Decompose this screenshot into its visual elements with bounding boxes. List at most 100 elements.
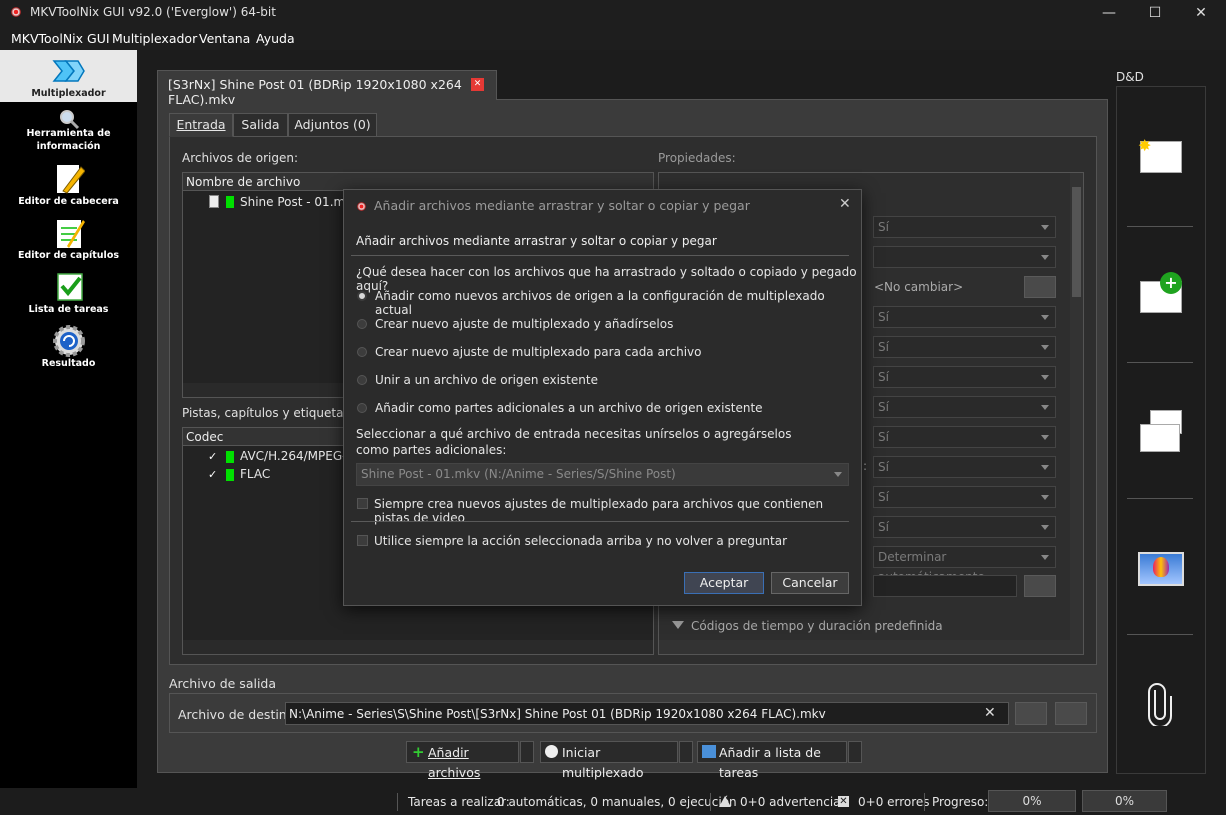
option-label[interactable]: Crear nuevo ajuste de multiplexado y aña… (375, 317, 673, 331)
sparkle-icon: ✸ (1138, 136, 1152, 155)
tab-input[interactable]: Entrada (169, 113, 233, 137)
close-tab-icon[interactable]: ✕ (471, 78, 484, 91)
maximize-button[interactable]: ☐ (1132, 0, 1178, 26)
radio-new-per-file[interactable] (357, 347, 367, 357)
sidebar-item-result[interactable]: Resultado (0, 322, 137, 374)
append-document-icon (1140, 424, 1180, 452)
source-file-item[interactable]: Shine Post - 01.mkv (240, 195, 359, 209)
horizontal-scrollbar[interactable] (183, 640, 653, 654)
window-title: MKVToolNix GUI v92.0 ('Everglow') 64-bit (30, 5, 276, 19)
property-combo[interactable]: Sí (873, 306, 1056, 328)
track-item[interactable]: FLAC (240, 467, 270, 481)
checkbox-always-use[interactable] (357, 535, 368, 546)
menu-mkvtoolnix[interactable]: MKVToolNix GUI (11, 31, 110, 46)
picture-icon[interactable] (1138, 552, 1184, 586)
source-file-combo[interactable]: Shine Post - 01.mkv (N:/Anime - Series/S… (356, 463, 849, 486)
property-combo[interactable]: Sí (873, 336, 1056, 358)
menu-window[interactable]: Ventana (199, 31, 250, 46)
edit-icon[interactable] (1024, 276, 1056, 298)
property-combo[interactable]: Sí (873, 366, 1056, 388)
radio-new-setting[interactable] (357, 319, 367, 329)
browse-icon[interactable] (1024, 575, 1056, 597)
new-file-icon[interactable] (1055, 702, 1087, 725)
start-dropdown[interactable] (679, 741, 693, 763)
close-button[interactable]: ✕ (1178, 0, 1224, 26)
track-item[interactable]: AVC/H.264/MPEG-4 (240, 449, 354, 463)
checkbox-icon[interactable]: ✓ (208, 469, 219, 480)
tab-output[interactable]: Salida (233, 113, 288, 137)
checkbox-icon[interactable]: ✓ (208, 451, 219, 462)
timecodes-section[interactable]: Códigos de tiempo y duración predefinida (691, 619, 943, 633)
property-combo[interactable]: Sí (873, 396, 1056, 418)
checkbox-always-new[interactable] (357, 498, 368, 509)
paperclip-icon[interactable] (1147, 682, 1173, 726)
menu-help[interactable]: Ayuda (256, 31, 295, 46)
dialog-close-icon[interactable]: ✕ (839, 196, 851, 212)
cancel-button[interactable]: Cancelar (771, 572, 849, 594)
tracks-label: Pistas, capítulos y etiquetas: (182, 406, 354, 420)
start-multiplexing-button[interactable]: Iniciar multiplexado (540, 741, 678, 780)
property-combo[interactable]: Sí (873, 426, 1056, 448)
title-bar: MKVToolNix GUI v92.0 ('Everglow') 64-bit… (0, 0, 1226, 26)
property-combo[interactable]: Sí (873, 516, 1056, 538)
destination-label: Archivo de destino: (178, 707, 299, 722)
sidebar-item-header-editor[interactable]: Editor de cabecera (0, 160, 137, 212)
option-label[interactable]: Añadir como partes adicionales a un arch… (375, 401, 763, 415)
add-files-dropdown[interactable] (520, 741, 534, 763)
checkbox-label[interactable]: Utilice siempre la acción seleccionada a… (374, 534, 787, 548)
property-combo[interactable] (873, 246, 1056, 268)
error-icon[interactable]: ✕ (838, 796, 849, 807)
property-combo[interactable]: Determinar automáticamente (873, 546, 1056, 584)
tasks-label: Tareas a realizar: (408, 795, 510, 809)
tab-label: Entrada (176, 117, 226, 132)
sidebar-label: Lista de tareas (28, 304, 109, 315)
minimize-button[interactable]: — (1086, 0, 1132, 26)
destination-value: N:\Anime - Series\S\Shine Post\[S3rNx] S… (289, 707, 826, 721)
button-label: Iniciar multiplexado (562, 745, 644, 780)
property-combo[interactable]: Sí (873, 456, 1056, 478)
scrollbar-thumb[interactable] (1072, 187, 1081, 297)
menu-multiplexer[interactable]: Multiplexador (112, 31, 197, 46)
queue-icon (702, 745, 716, 758)
add-to-queue-button[interactable]: Añadir a lista de tareas (697, 741, 847, 780)
divider (1127, 362, 1193, 363)
radio-add-source[interactable] (357, 291, 367, 301)
sidebar-item-job-queue[interactable]: Lista de tareas (0, 268, 137, 320)
option-label[interactable]: Unir a un archivo de origen existente (375, 373, 598, 387)
tab-attachments[interactable]: Adjuntos (0) (288, 113, 377, 137)
sidebar-item-multiplexer[interactable]: Multiplexador (0, 50, 137, 102)
option-label[interactable]: Crear nuevo ajuste de multiplexado para … (375, 345, 701, 359)
accept-button[interactable]: Aceptar (684, 572, 764, 594)
vertical-scrollbar[interactable] (1070, 173, 1083, 640)
green-marker-icon (226, 196, 234, 208)
dialog-title: Añadir archivos mediante arrastrar y sol… (374, 198, 750, 213)
progress-bar-current: 0% (988, 790, 1076, 812)
add-files-button[interactable]: + Añadir archivos (406, 741, 519, 780)
property-combo[interactable]: Sí (873, 486, 1056, 508)
browse-folder-icon[interactable] (1015, 702, 1047, 725)
radio-add-parts[interactable] (357, 403, 367, 413)
file-tab[interactable]: [S3rNx] Shine Post 01 (BDRip 1920x1080 x… (157, 70, 497, 107)
destination-input[interactable]: N:\Anime - Series\S\Shine Post\[S3rNx] S… (285, 702, 1009, 725)
warnings-count[interactable]: 0+0 advertencias (740, 795, 847, 809)
sidebar-item-chapter-editor[interactable]: Editor de capítulos (0, 214, 137, 266)
button-label: Añadir archivos (428, 745, 481, 780)
checklist-icon (57, 273, 83, 301)
sidebar-item-info-tool[interactable]: Herramienta de información (0, 106, 137, 158)
property-combo[interactable]: Sí (873, 216, 1056, 238)
warning-icon[interactable] (719, 796, 731, 807)
sidebar-label: Editor de cabecera (18, 196, 119, 207)
property-input[interactable] (873, 575, 1017, 597)
plus-icon: + (1160, 272, 1182, 294)
select-label: Seleccionar a qué archivo de entrada nec… (356, 427, 792, 457)
divider (1127, 498, 1193, 499)
clear-icon[interactable]: ✕ (984, 705, 996, 721)
add-to-queue-dropdown[interactable] (848, 741, 862, 763)
file-tab-label: [S3rNx] Shine Post 01 (BDRip 1920x1080 x… (168, 77, 462, 107)
dnd-label: D&D (1116, 70, 1144, 84)
collapse-arrow-icon[interactable] (672, 621, 684, 629)
option-label[interactable]: Añadir como nuevos archivos de origen a … (375, 289, 861, 317)
radio-join[interactable] (357, 375, 367, 385)
horizontal-scrollbar[interactable] (659, 640, 1083, 654)
errors-count[interactable]: 0+0 errores (858, 795, 930, 809)
